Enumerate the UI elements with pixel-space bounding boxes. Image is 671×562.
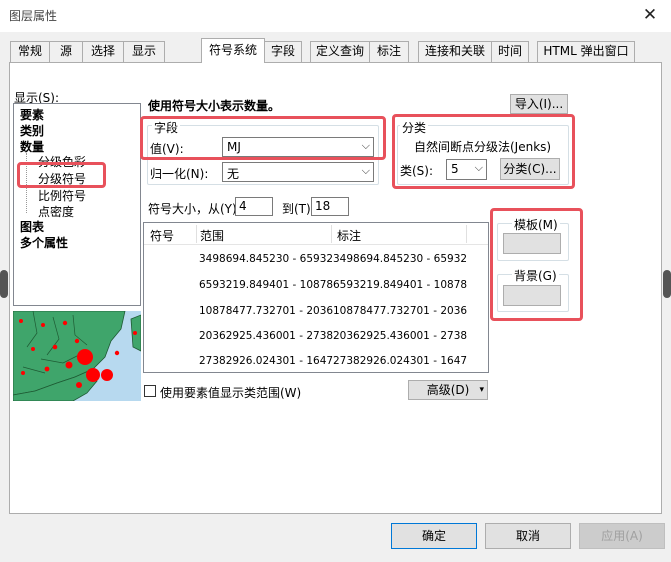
highlight-graduated-symbols [17,162,106,188]
row-range: 20362925.436001 - 273829 [199,330,333,342]
left-scroll-handle[interactable] [0,270,8,298]
row-label: 27382926.024301 - 164700 [333,355,467,367]
tab-general[interactable]: 常规 [10,41,50,62]
tab-source[interactable]: 源 [49,41,83,62]
cancel-button[interactable]: 取消 [485,523,571,549]
dropdown-arrow-icon: ▾ [479,385,484,395]
show-tree: 要素 类别 数量 分级色彩 分级符号 比例符号 点密度 图表 多个属性 [13,103,141,306]
row-range: 27382926.024301 - 164700 [199,355,333,367]
advanced-button[interactable]: 高级(D) ▾ [408,380,488,400]
tree-item-categories[interactable]: 类别 [20,122,44,139]
symbol-size-from-input[interactable]: 4 [235,197,273,216]
close-icon[interactable]: ✕ [637,3,663,27]
row-label: 20362925.436001 - 273829 [333,330,467,342]
normalize-dropdown[interactable]: 无 ⌵ [222,162,374,182]
tree-item-multiple-attributes[interactable]: 多个属性 [20,234,68,251]
table-row[interactable]: 3498694.845230 - 65932193498694.845230 -… [199,253,467,268]
symbol-size-to-label: 到(T): [282,202,315,216]
header-range[interactable]: 范围 [200,227,224,244]
ok-button[interactable]: 确定 [391,523,477,549]
symbology-heading: 使用符号大小表示数量。 [148,99,281,113]
map-preview-image [13,311,141,401]
apply-button[interactable]: 应用(A) [579,523,665,549]
symbol-size-to-input[interactable]: 18 [311,197,349,216]
tab-joins-relates[interactable]: 连接和关联 [418,41,492,62]
tab-symbology[interactable]: 符号系统 [201,38,265,63]
highlight-classification-group [392,114,575,189]
normalize-dropdown-value: 无 [227,167,240,181]
row-label: 3498694.845230 - 6593219 [333,253,467,265]
header-symbol[interactable]: 符号 [150,227,174,244]
highlight-template-background [490,208,583,321]
table-row[interactable]: 6593219.849401 - 10878476593219.849401 -… [199,279,467,294]
tree-item-features[interactable]: 要素 [20,106,44,123]
advanced-button-label: 高级(D) [426,383,470,397]
title-bar: 图层属性 ✕ [0,0,671,32]
tab-definition-query[interactable]: 定义查询 [310,41,370,62]
row-range: 10878477.732701 - 203629 [199,305,333,317]
tab-labels[interactable]: 标注 [369,41,409,62]
right-scroll-handle[interactable] [663,270,671,298]
window-title: 图层属性 [9,9,58,23]
tab-html-popup[interactable]: HTML 弹出窗口 [537,41,635,62]
header-divider [196,225,197,243]
row-label: 6593219.849401 - 1087847 [333,279,467,291]
table-row[interactable]: 10878477.732701 - 20362910878477.732701 … [199,305,467,320]
tree-item-proportional-symbols[interactable]: 比例符号 [38,187,86,204]
header-divider [466,225,467,243]
table-header: 符号 范围 标注 [144,223,488,245]
chevron-down-icon: ⌵ [361,164,370,177]
tree-item-charts[interactable]: 图表 [20,218,44,235]
show-range-checkbox[interactable] [144,385,156,397]
class-table: 符号 范围 标注 3498694.845230 - 65932193498694… [143,222,489,373]
normalize-label: 归一化(N): [150,167,209,181]
tab-display[interactable]: 显示 [123,41,165,62]
row-range: 6593219.849401 - 1087847 [199,279,333,291]
import-button[interactable]: 导入(I)... [510,94,568,114]
tab-selection[interactable]: 选择 [82,41,124,62]
highlight-field-group [140,116,386,160]
header-label[interactable]: 标注 [337,227,361,244]
header-divider [331,225,332,243]
tab-time[interactable]: 时间 [491,41,529,62]
tab-fields[interactable]: 字段 [264,41,302,62]
table-row[interactable]: 20362925.436001 - 27382920362925.436001 … [199,330,467,345]
show-range-checkbox-label: 使用要素值显示类范围(W) [160,386,302,400]
row-label: 10878477.732701 - 203629 [333,305,467,317]
row-range: 3498694.845230 - 6593219 [199,253,333,265]
table-row[interactable]: 27382926.024301 - 16470027382926.024301 … [199,355,467,370]
symbol-size-from-label: 符号大小，从(Y) [148,202,237,216]
